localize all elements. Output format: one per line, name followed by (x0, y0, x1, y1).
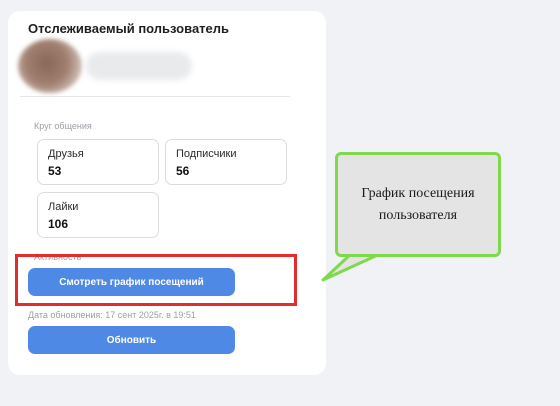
callout-text: График посещения пользователя (361, 185, 475, 223)
annotation-callout: График посещения пользователя (335, 152, 501, 257)
